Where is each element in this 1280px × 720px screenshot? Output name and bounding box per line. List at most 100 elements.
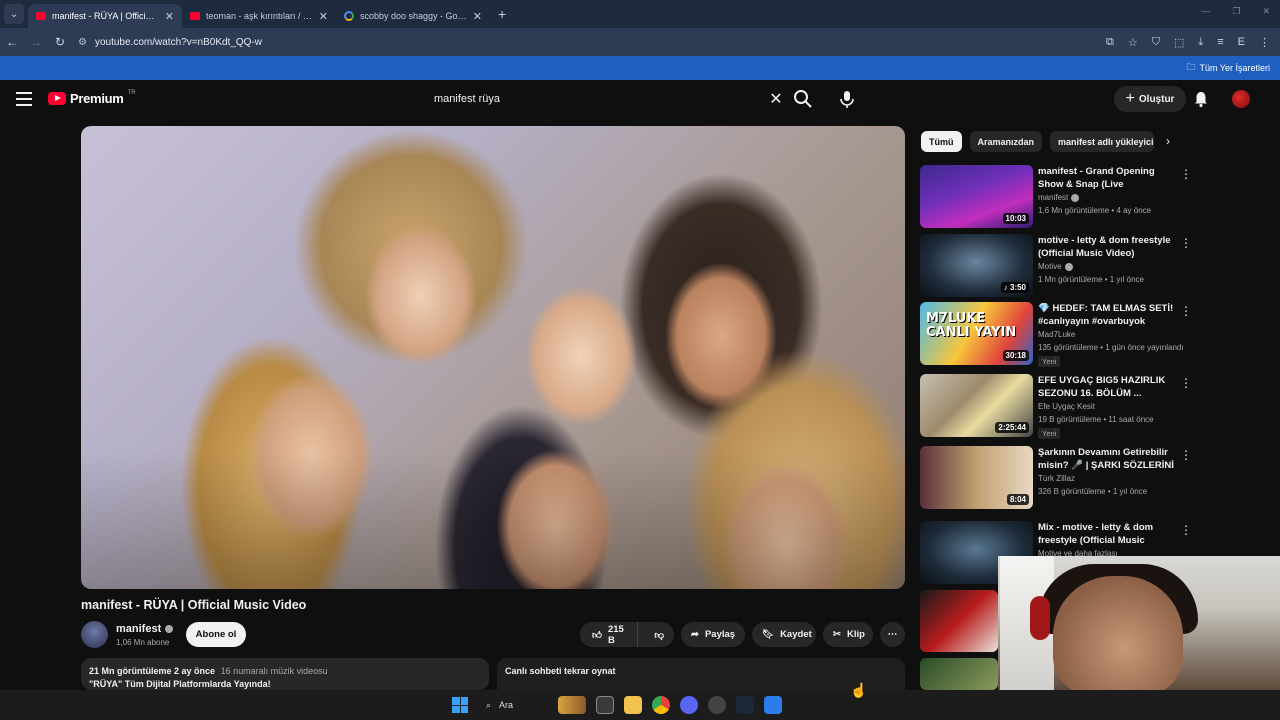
bookmark-star-icon[interactable]: ☆ <box>1128 36 1138 49</box>
video-thumbnail[interactable] <box>920 590 998 652</box>
search-input[interactable] <box>424 84 764 114</box>
channel-name[interactable]: manifest <box>116 623 174 635</box>
close-icon[interactable]: ✕ <box>473 10 482 23</box>
recommendation-channel[interactable]: Türk Zillaz <box>1038 474 1075 483</box>
youtube-premium-logo[interactable]: Premium TR <box>48 90 136 106</box>
video-thumbnail[interactable]: M7LUKE CANLI YAYIN 30:18 <box>920 302 1033 365</box>
recommendation-item[interactable]: 10:03 manifest - Grand Opening Show & Sn… <box>920 165 1192 231</box>
thumbs-down-icon: 👎︎ <box>654 629 664 641</box>
recommendation-item[interactable]: M7LUKE CANLI YAYIN 30:18 💎 HEDEF: TAM EL… <box>920 302 1192 368</box>
cast-icon[interactable]: ⧉ <box>1106 36 1114 49</box>
like-count: 215 B <box>607 623 624 646</box>
share-icon: ➦ <box>691 629 699 640</box>
recommendation-title[interactable]: EFE UYGAÇ BIG5 HAZIRLIK SEZONU 16. BÖLÜM… <box>1038 374 1174 400</box>
recommendation-title[interactable]: manifest - Grand Opening Show & Snap (Li… <box>1038 165 1174 191</box>
account-avatar[interactable] <box>1232 90 1250 108</box>
video-thumbnail[interactable]: 2:25:44 <box>920 374 1033 437</box>
music-chart-tag[interactable]: 16 numaralı müzik videosu <box>221 666 328 676</box>
chat-replay-panel[interactable]: Canlı sohbeti tekrar oynat <box>497 658 905 690</box>
taskbar-search[interactable]: ⌕ Ara <box>478 694 586 716</box>
recommendation-channel-name: Efe Uygaç Kesit <box>1038 402 1095 411</box>
more-options-icon[interactable]: ⋮ <box>1180 448 1192 462</box>
more-options-icon[interactable]: ⋮ <box>1180 236 1192 250</box>
video-thumbnail[interactable] <box>920 658 998 690</box>
more-options-icon[interactable]: ⋮ <box>1180 304 1192 318</box>
save-label: Kaydet <box>780 629 812 640</box>
close-icon[interactable]: ✕ <box>319 10 328 23</box>
minimize-icon[interactable]: — <box>1201 6 1210 17</box>
shield-icon[interactable]: ⛉ <box>1152 36 1160 49</box>
browser-tab[interactable]: teoman - aşk kırıntıları / canlı söylüyo… <box>182 4 336 28</box>
notifications-bell-icon[interactable] <box>1192 90 1210 108</box>
download-icon[interactable]: ⤓ <box>1198 36 1203 49</box>
clip-button[interactable]: ✂ Klip <box>823 622 873 647</box>
chevron-right-icon[interactable]: › <box>1166 134 1170 148</box>
discord-icon[interactable] <box>680 696 698 714</box>
more-options-icon[interactable]: ⋮ <box>1180 376 1192 390</box>
browser-tab-active[interactable]: manifest - RÜYA | Official Music Video ✕ <box>28 4 182 28</box>
upload-age: 2 ay önce <box>174 666 216 676</box>
windows-taskbar: ⌕ Ara <box>0 690 1280 720</box>
plus-icon: + <box>1125 90 1135 107</box>
recommendation-item[interactable]: ♪ 3:50 motive - letty & dom freestyle (O… <box>920 234 1192 300</box>
save-button[interactable]: 🔖︎ Kaydet <box>752 622 816 647</box>
widget-icon[interactable] <box>558 696 586 714</box>
profile-icon[interactable]: E <box>1238 36 1245 49</box>
video-thumbnail[interactable]: ♪ 3:50 <box>920 234 1033 297</box>
tab-search-button[interactable]: ⌄ <box>4 4 24 24</box>
more-actions-icon[interactable]: ⋯ <box>880 622 905 647</box>
reload-icon[interactable]: ↻ <box>48 35 72 49</box>
recommendation-title[interactable]: motive - letty & dom freestyle (Official… <box>1038 234 1174 260</box>
recommendation-channel[interactable]: manifest <box>1038 193 1080 202</box>
recommendation-channel[interactable]: Efe Uygaç Kesit <box>1038 402 1095 411</box>
chip-all[interactable]: Tümü <box>921 131 962 152</box>
chip-from-search[interactable]: Aramanızdan <box>969 131 1043 152</box>
recommendation-title[interactable]: 💎 HEDEF: TAM ELMAS SETİ! #canlıyayın #ov… <box>1038 302 1174 328</box>
video-player[interactable] <box>81 126 905 589</box>
menu-icon[interactable]: ⋮ <box>1259 36 1270 49</box>
chip-from-uploader[interactable]: manifest adlı yükleyiciden <box>1050 131 1155 152</box>
recommendation-channel[interactable]: Motive <box>1038 262 1073 271</box>
create-button[interactable]: + Oluştur <box>1114 86 1186 112</box>
subscribe-button[interactable]: Abone ol <box>186 622 246 647</box>
share-button[interactable]: ➦ Paylaş <box>681 622 745 647</box>
url-field[interactable]: ⚙ youtube.com/watch?v=nB0Kdt_QQ-w <box>78 31 1106 53</box>
recommendation-channel[interactable]: Mad7Luke <box>1038 330 1075 339</box>
forward-icon[interactable]: → <box>24 35 48 49</box>
headset <box>1030 596 1050 640</box>
recommendation-title[interactable]: Mix - motive - letty & dom freestyle (Of… <box>1038 521 1174 547</box>
steam-icon[interactable] <box>736 696 754 714</box>
browser-tab[interactable]: scobby doo shaggy - Google'da Ara ✕ <box>336 4 490 28</box>
dislike-button[interactable]: 👎︎ <box>644 622 674 647</box>
media-icon[interactable]: ≡ <box>1217 36 1223 49</box>
channel-avatar[interactable] <box>81 621 108 648</box>
video-thumbnail[interactable]: 8:04 <box>920 446 1033 509</box>
close-window-icon[interactable]: ✕ <box>1262 6 1270 17</box>
new-tab-button[interactable]: + <box>498 6 506 22</box>
all-bookmarks-link[interactable]: Tüm Yer İşaretleri <box>1199 63 1270 73</box>
chrome-icon[interactable] <box>652 696 670 714</box>
microphone-icon[interactable] <box>836 88 858 110</box>
video-thumbnail[interactable]: 10:03 <box>920 165 1033 228</box>
like-button[interactable]: 👍︎ 215 B <box>580 622 639 647</box>
task-view-icon[interactable] <box>596 696 614 714</box>
more-options-icon[interactable]: ⋮ <box>1180 523 1192 537</box>
app-icon[interactable] <box>764 696 782 714</box>
file-explorer-icon[interactable] <box>624 696 642 714</box>
browser-tab-bar: ⌄ manifest - RÜYA | Official Music Video… <box>0 0 1280 28</box>
maximize-icon[interactable]: ❐ <box>1232 6 1240 17</box>
back-icon[interactable]: ← <box>0 35 24 49</box>
more-options-icon[interactable]: ⋮ <box>1180 167 1192 181</box>
extensions-icon[interactable]: ⬚ <box>1174 36 1184 49</box>
recommendation-item[interactable]: 2:25:44 EFE UYGAÇ BIG5 HAZIRLIK SEZONU 1… <box>920 374 1192 440</box>
close-icon[interactable]: ✕ <box>165 10 174 23</box>
description-box[interactable]: 21 Mn görüntüleme 2 ay önce 16 numaralı … <box>81 658 489 690</box>
hamburger-menu-icon[interactable] <box>16 92 32 106</box>
windows-start-icon[interactable] <box>452 697 468 713</box>
site-info-icon[interactable]: ⚙ <box>78 37 87 48</box>
clear-search-icon[interactable]: ✕ <box>764 89 788 109</box>
recommendation-item[interactable]: 8:04 Şarkının Devamını Getirebilir misin… <box>920 446 1192 512</box>
recommendation-title[interactable]: Şarkının Devamını Getirebilir misin? 🎤 |… <box>1038 446 1174 472</box>
search-icon[interactable] <box>792 88 814 110</box>
app-icon[interactable] <box>708 696 726 714</box>
